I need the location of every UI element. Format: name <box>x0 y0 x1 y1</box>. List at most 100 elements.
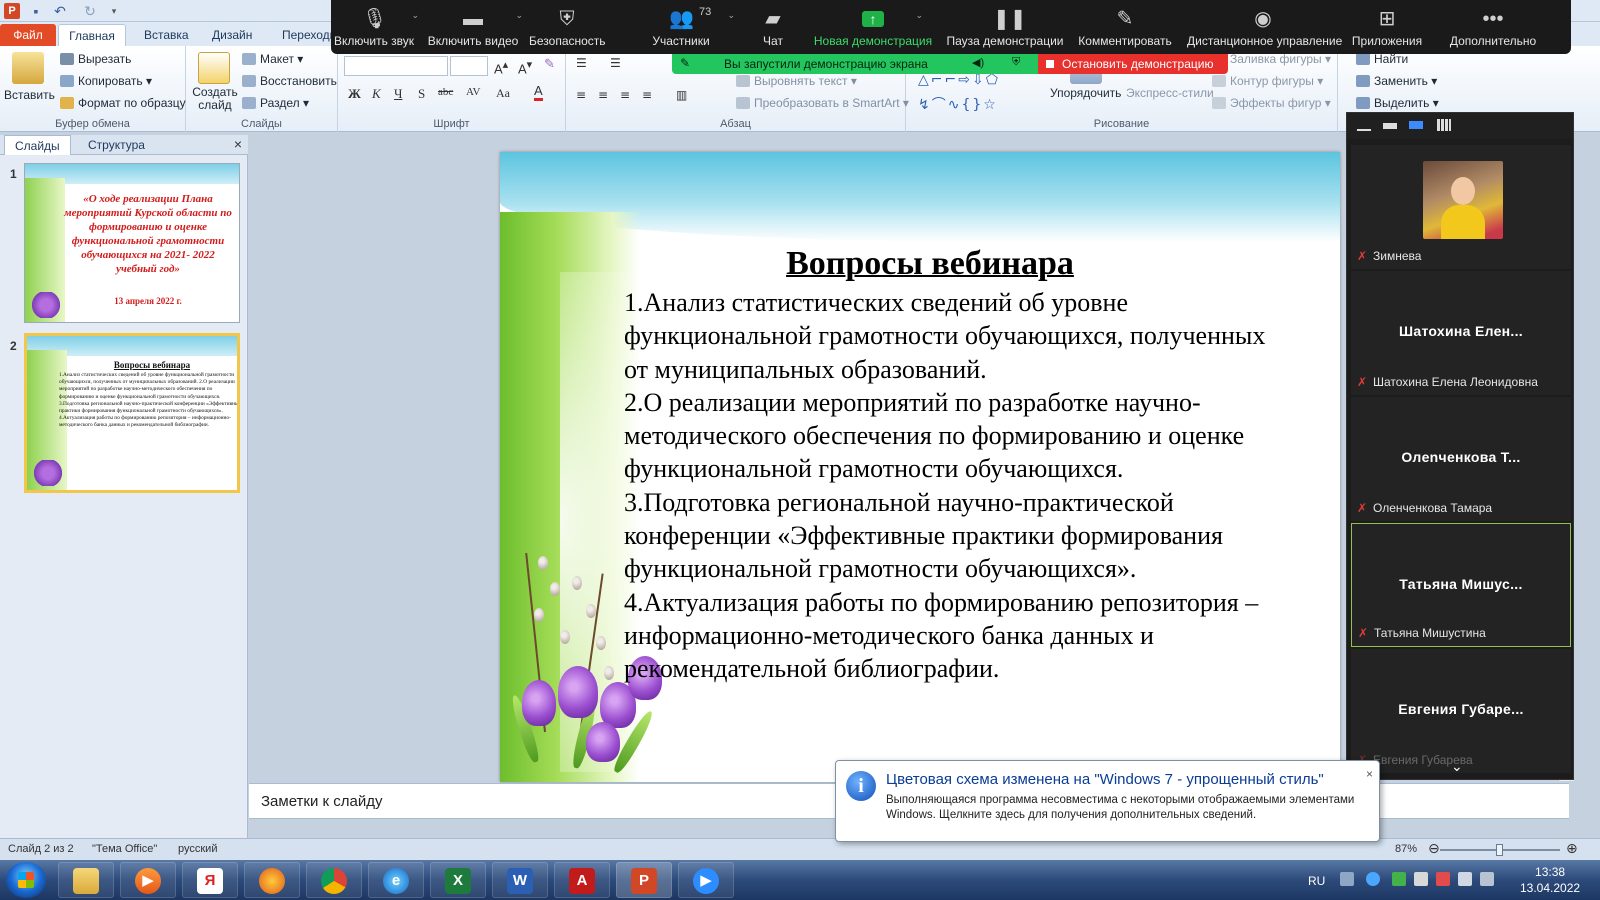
taskbar-word[interactable]: W <box>492 862 548 898</box>
chevron-down-icon[interactable]: ⌄ <box>1451 758 1463 775</box>
clock[interactable]: 13:38 13.04.2022 <box>1520 864 1580 896</box>
participant-tile[interactable]: ✗ Зимнева <box>1351 145 1571 269</box>
new-slide-button[interactable]: Создать слайд <box>190 86 240 112</box>
tab-outline[interactable]: Структура <box>78 135 155 155</box>
signal-icon[interactable] <box>1458 872 1472 886</box>
justify-icon[interactable]: ≡ <box>642 88 652 102</box>
strip-view-icon[interactable] <box>1383 123 1397 129</box>
slide-thumbnail-2[interactable]: Вопросы вебинара 1.Анализ статистических… <box>24 333 240 493</box>
italic-button[interactable]: К <box>372 86 381 102</box>
taskbar-yandex[interactable]: Я <box>182 862 238 898</box>
annotate-button[interactable]: ✎ Комментировать <box>1075 0 1175 54</box>
customize-quick-access-icon[interactable]: ▾ <box>106 3 122 19</box>
participant-tile-active-speaker[interactable]: Татьяна Мишус... ✗ Татьяна Мишустина <box>1351 523 1571 647</box>
current-slide[interactable]: Вопросы вебинара 1.Анализ статистических… <box>500 152 1340 782</box>
more-button[interactable]: ••• Дополнительно <box>1443 0 1543 54</box>
paste-icon[interactable] <box>12 52 44 84</box>
participant-tile[interactable]: Евгения Губаре... ✗ Евгения Губарева <box>1351 649 1571 773</box>
zoom-slider-thumb[interactable] <box>1496 844 1503 856</box>
chevron-down-icon[interactable]: ⌄ <box>515 10 523 21</box>
chevron-down-icon[interactable]: ⌄ <box>727 10 735 21</box>
input-language[interactable]: RU <box>1308 874 1325 888</box>
slide-title[interactable]: Вопросы вебинара <box>620 245 1240 283</box>
close-icon[interactable]: × <box>1366 767 1373 781</box>
taskbar-zoom[interactable]: ▶ <box>678 862 734 898</box>
find-button[interactable]: Найти <box>1356 52 1408 66</box>
save-icon[interactable]: ▪ <box>28 3 44 19</box>
zoom-percentage[interactable]: 87% <box>1395 843 1417 855</box>
start-video-button[interactable]: ▬ ⌄ Включить видео <box>425 0 523 54</box>
shapes-gallery-row2[interactable]: ↯⌒∿{}☆ <box>918 94 998 114</box>
chevron-down-icon[interactable]: ⌄ <box>411 10 419 21</box>
font-color-icon[interactable]: A <box>534 84 543 101</box>
gallery-view-icon[interactable] <box>1437 119 1451 131</box>
tab-insert[interactable]: Вставка <box>132 24 201 46</box>
columns-icon[interactable]: ▥ <box>676 88 687 102</box>
numbering-icon[interactable]: ☰ <box>610 56 621 70</box>
format-painter-button[interactable]: Формат по образцу <box>60 96 186 110</box>
taskbar-acrobat[interactable]: A <box>554 862 610 898</box>
shrink-font-icon[interactable]: A▾ <box>518 58 532 76</box>
align-right-icon[interactable]: ≡ <box>620 88 630 102</box>
undo-icon[interactable]: ↶ <box>52 3 68 19</box>
security-button[interactable]: ⛨ Безопасность <box>529 0 606 54</box>
tab-file[interactable]: Файл <box>0 24 56 46</box>
change-case-button[interactable]: Aa <box>496 86 510 101</box>
taskbar-firefox[interactable] <box>244 862 300 898</box>
slide-body[interactable]: 1.Анализ статистических сведений об уров… <box>624 286 1274 686</box>
shapes-gallery[interactable]: △⌐⌐⇨⇩⬠ <box>918 72 1000 88</box>
zoom-tray-icon[interactable] <box>1366 872 1380 886</box>
replace-button[interactable]: Заменить ▾ <box>1356 74 1437 88</box>
align-center-icon[interactable]: ≡ <box>598 88 608 102</box>
new-slide-icon[interactable] <box>198 52 230 84</box>
participant-tile[interactable]: Олenченкова Т... ✗ Оленченкова Тамара <box>1351 397 1571 521</box>
smartart-button[interactable]: Преобразовать в SmartArt ▾ <box>736 96 909 110</box>
language-indicator[interactable]: русский <box>178 843 217 855</box>
pause-share-button[interactable]: ❚❚ Пауза демонстрации <box>945 0 1065 54</box>
bold-button[interactable]: Ж <box>348 86 361 102</box>
share-banner[interactable]: ✎ Вы запустили демонстрацию экрана ◀) ⛨ <box>672 54 1038 74</box>
char-spacing-button[interactable]: AV <box>466 86 480 98</box>
grow-font-icon[interactable]: A▴ <box>494 58 508 76</box>
bullets-icon[interactable]: ☰ <box>576 56 587 70</box>
close-icon[interactable]: × <box>234 136 242 152</box>
participants-button[interactable]: 👥 73 ⌄ Участники <box>639 0 735 54</box>
underline-button[interactable]: Ч <box>394 86 402 102</box>
select-button[interactable]: Выделить ▾ <box>1356 96 1439 110</box>
strikethrough-button[interactable]: abc <box>438 86 453 98</box>
font-name-combo[interactable] <box>344 56 448 76</box>
shape-effects-button[interactable]: Эффекты фигур ▾ <box>1212 96 1331 110</box>
section-button[interactable]: Раздел ▾ <box>242 96 309 110</box>
antivirus-icon[interactable] <box>1392 872 1406 886</box>
shape-outline-button[interactable]: Контур фигуры ▾ <box>1212 74 1323 88</box>
zoom-in-icon[interactable]: ⊕ <box>1566 840 1578 857</box>
cut-button[interactable]: Вырезать <box>60 52 131 66</box>
slide-thumbnail-1[interactable]: «О ходе реализации Плана мероприятий Кур… <box>24 163 240 323</box>
tab-slides[interactable]: Слайды <box>4 135 71 155</box>
pin-icon[interactable]: ✎ <box>680 56 690 70</box>
minimize-icon[interactable] <box>1357 121 1371 131</box>
copy-button[interactable]: Копировать ▾ <box>60 74 152 88</box>
taskbar-chrome[interactable] <box>306 862 362 898</box>
taskbar-media-player[interactable]: ▶ <box>120 862 176 898</box>
align-text-button[interactable]: Выровнять текст ▾ <box>736 74 857 88</box>
chat-button[interactable]: ▰ Чат <box>755 0 791 54</box>
unmute-button[interactable]: 🎙 ⌄ Включить звук <box>331 0 419 54</box>
shadow-button[interactable]: S <box>418 86 425 102</box>
tray-app-icon[interactable] <box>1436 872 1450 886</box>
align-left-icon[interactable]: ≡ <box>576 88 586 102</box>
layout-button[interactable]: Макет ▾ <box>242 52 303 66</box>
taskbar-powerpoint[interactable]: P <box>616 862 672 898</box>
zoom-out-icon[interactable]: ⊖ <box>1428 840 1440 857</box>
quick-styles-button[interactable]: Экспресс-стили <box>1126 86 1214 100</box>
start-button[interactable] <box>6 862 46 898</box>
remote-control-button[interactable]: ◉ Дистанционное управление <box>1187 0 1342 54</box>
speaker-view-icon[interactable] <box>1409 121 1423 129</box>
paste-button[interactable]: Вставить <box>4 88 55 102</box>
redo-icon[interactable]: ↻ <box>82 3 98 19</box>
tray-expand-icon[interactable] <box>1340 872 1354 886</box>
font-size-combo[interactable] <box>450 56 488 76</box>
apps-button[interactable]: ⊞ Приложения <box>1347 0 1427 54</box>
participant-tile[interactable]: Шатохина Елен... ✗ Шатохина Елена Леонид… <box>1351 271 1571 395</box>
volume-icon[interactable] <box>1480 872 1494 886</box>
